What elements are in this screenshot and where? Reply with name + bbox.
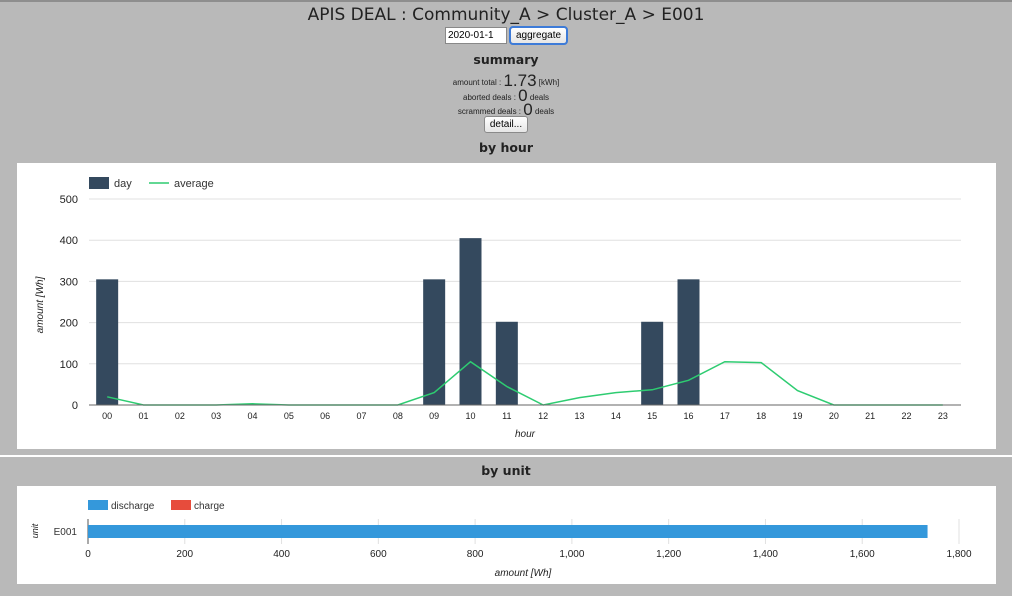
- hour-x-tick-label: 15: [647, 411, 657, 421]
- unit-x-tick-label: 800: [467, 549, 484, 560]
- hour-x-tick-label: 17: [720, 411, 730, 421]
- hour-chart: 0 100 200 300 400 500 00 01 02 03 04 05 06 07 08 09 10 1…: [35, 177, 961, 440]
- date-input[interactable]: [444, 27, 507, 44]
- hour-y-tick-label: 100: [60, 359, 78, 371]
- hour-x-tick-label: 08: [393, 411, 403, 421]
- hour-y-tick-label: 200: [60, 318, 78, 330]
- unit-y-axis-title: unit: [30, 523, 40, 538]
- unit-x-tick-label: 200: [176, 549, 193, 560]
- hour-bar: [641, 321, 664, 405]
- aggregate-button[interactable]: aggregate: [508, 26, 569, 45]
- hour-x-tick-label: 11: [502, 411, 511, 421]
- unit-x-tick-label: 400: [273, 549, 290, 560]
- hour-x-tick-label: 01: [138, 411, 148, 421]
- average-line: [107, 360, 943, 406]
- hour-x-tick-label: 12: [538, 411, 548, 421]
- by-hour-heading: by hour: [479, 140, 533, 155]
- detail-button[interactable]: detail...: [483, 116, 529, 134]
- date-controls: aggregate: [0, 26, 1012, 45]
- hour-x-tick-label: 21: [865, 411, 875, 421]
- top-border: [0, 0, 1012, 2]
- legend-label-average: average: [174, 178, 214, 190]
- unit-x-tick-label: 1,000: [559, 549, 584, 560]
- hour-bar: [495, 321, 518, 405]
- legend-swatch-day: [89, 177, 109, 189]
- unit-bar-discharge: [88, 525, 928, 538]
- hour-x-tick-label: 10: [465, 411, 475, 421]
- unit-x-tick-label: 0: [85, 549, 91, 560]
- hour-x-tick-label: 19: [792, 411, 802, 421]
- hour-x-tick-label: 05: [284, 411, 294, 421]
- hour-y-tick-label: 500: [60, 194, 78, 206]
- legend-swatch-charge: [171, 500, 191, 510]
- unit-x-tick-label: 600: [370, 549, 387, 560]
- hour-x-axis-title: hour: [515, 429, 536, 440]
- hour-x-tick-label: 06: [320, 411, 330, 421]
- hour-bar: [459, 238, 482, 405]
- summary-heading: summary: [473, 52, 539, 67]
- hour-x-tick-label: 03: [211, 411, 221, 421]
- hour-x-tick-label: 16: [683, 411, 693, 421]
- hour-x-tick-label: 04: [247, 411, 257, 421]
- legend-swatch-discharge: [88, 500, 108, 510]
- hour-x-tick-label: 09: [429, 411, 439, 421]
- unit-x-tick-label: 1,800: [946, 549, 971, 560]
- hour-x-tick-label: 00: [102, 411, 112, 421]
- section-divider: [0, 455, 1012, 457]
- legend-label-charge: charge: [194, 501, 225, 512]
- legend-label-day: day: [114, 178, 132, 190]
- hour-x-tick-label: 07: [356, 411, 366, 421]
- scrammed-deals-unit: deals: [534, 107, 555, 116]
- scrammed-deals-label: scrammed deals :: [457, 107, 522, 116]
- hour-y-axis-title: amount [Wh]: [35, 276, 46, 333]
- by-unit-heading: by unit: [481, 463, 531, 478]
- hour-y-tick-label: 0: [72, 400, 78, 412]
- hour-legend: day average: [89, 177, 214, 190]
- hour-y-tick-label: 400: [60, 235, 78, 247]
- hour-x-tick-label: 23: [938, 411, 948, 421]
- unit-chart: 0 200 400 600 800 1,000 1,200 1,400 1,600 1,800 d…: [30, 500, 972, 579]
- unit-x-axis-title: amount [Wh]: [495, 568, 552, 579]
- unit-chart-panel: 0 200 400 600 800 1,000 1,200 1,400 1,600 1,800 d…: [17, 486, 996, 584]
- hour-y-tick-label: 300: [60, 276, 78, 288]
- hour-x-tick-label: 22: [901, 411, 911, 421]
- unit-x-tick-label: 1,200: [656, 549, 681, 560]
- legend-label-discharge: discharge: [111, 501, 155, 512]
- hour-x-tick-label: 14: [611, 411, 621, 421]
- unit-x-tick-label: 1,600: [850, 549, 875, 560]
- hour-bar: [96, 279, 119, 405]
- hour-x-tick-label: 20: [829, 411, 839, 421]
- unit-x-tick-label: 1,400: [753, 549, 778, 560]
- unit-category-label: E001: [54, 527, 78, 538]
- hour-x-tick-label: 18: [756, 411, 766, 421]
- detail-wrap: detail...: [0, 116, 1012, 134]
- hour-x-tick-label: 13: [574, 411, 584, 421]
- hour-x-tick-label: 02: [175, 411, 185, 421]
- hour-chart-panel: 0 100 200 300 400 500 00 01 02 03 04 05 06 07 08 09 10 1…: [17, 163, 996, 449]
- unit-legend: discharge charge: [88, 500, 225, 512]
- page-title: APIS DEAL : Community_A > Cluster_A > E0…: [307, 5, 705, 25]
- hour-bar: [677, 279, 700, 405]
